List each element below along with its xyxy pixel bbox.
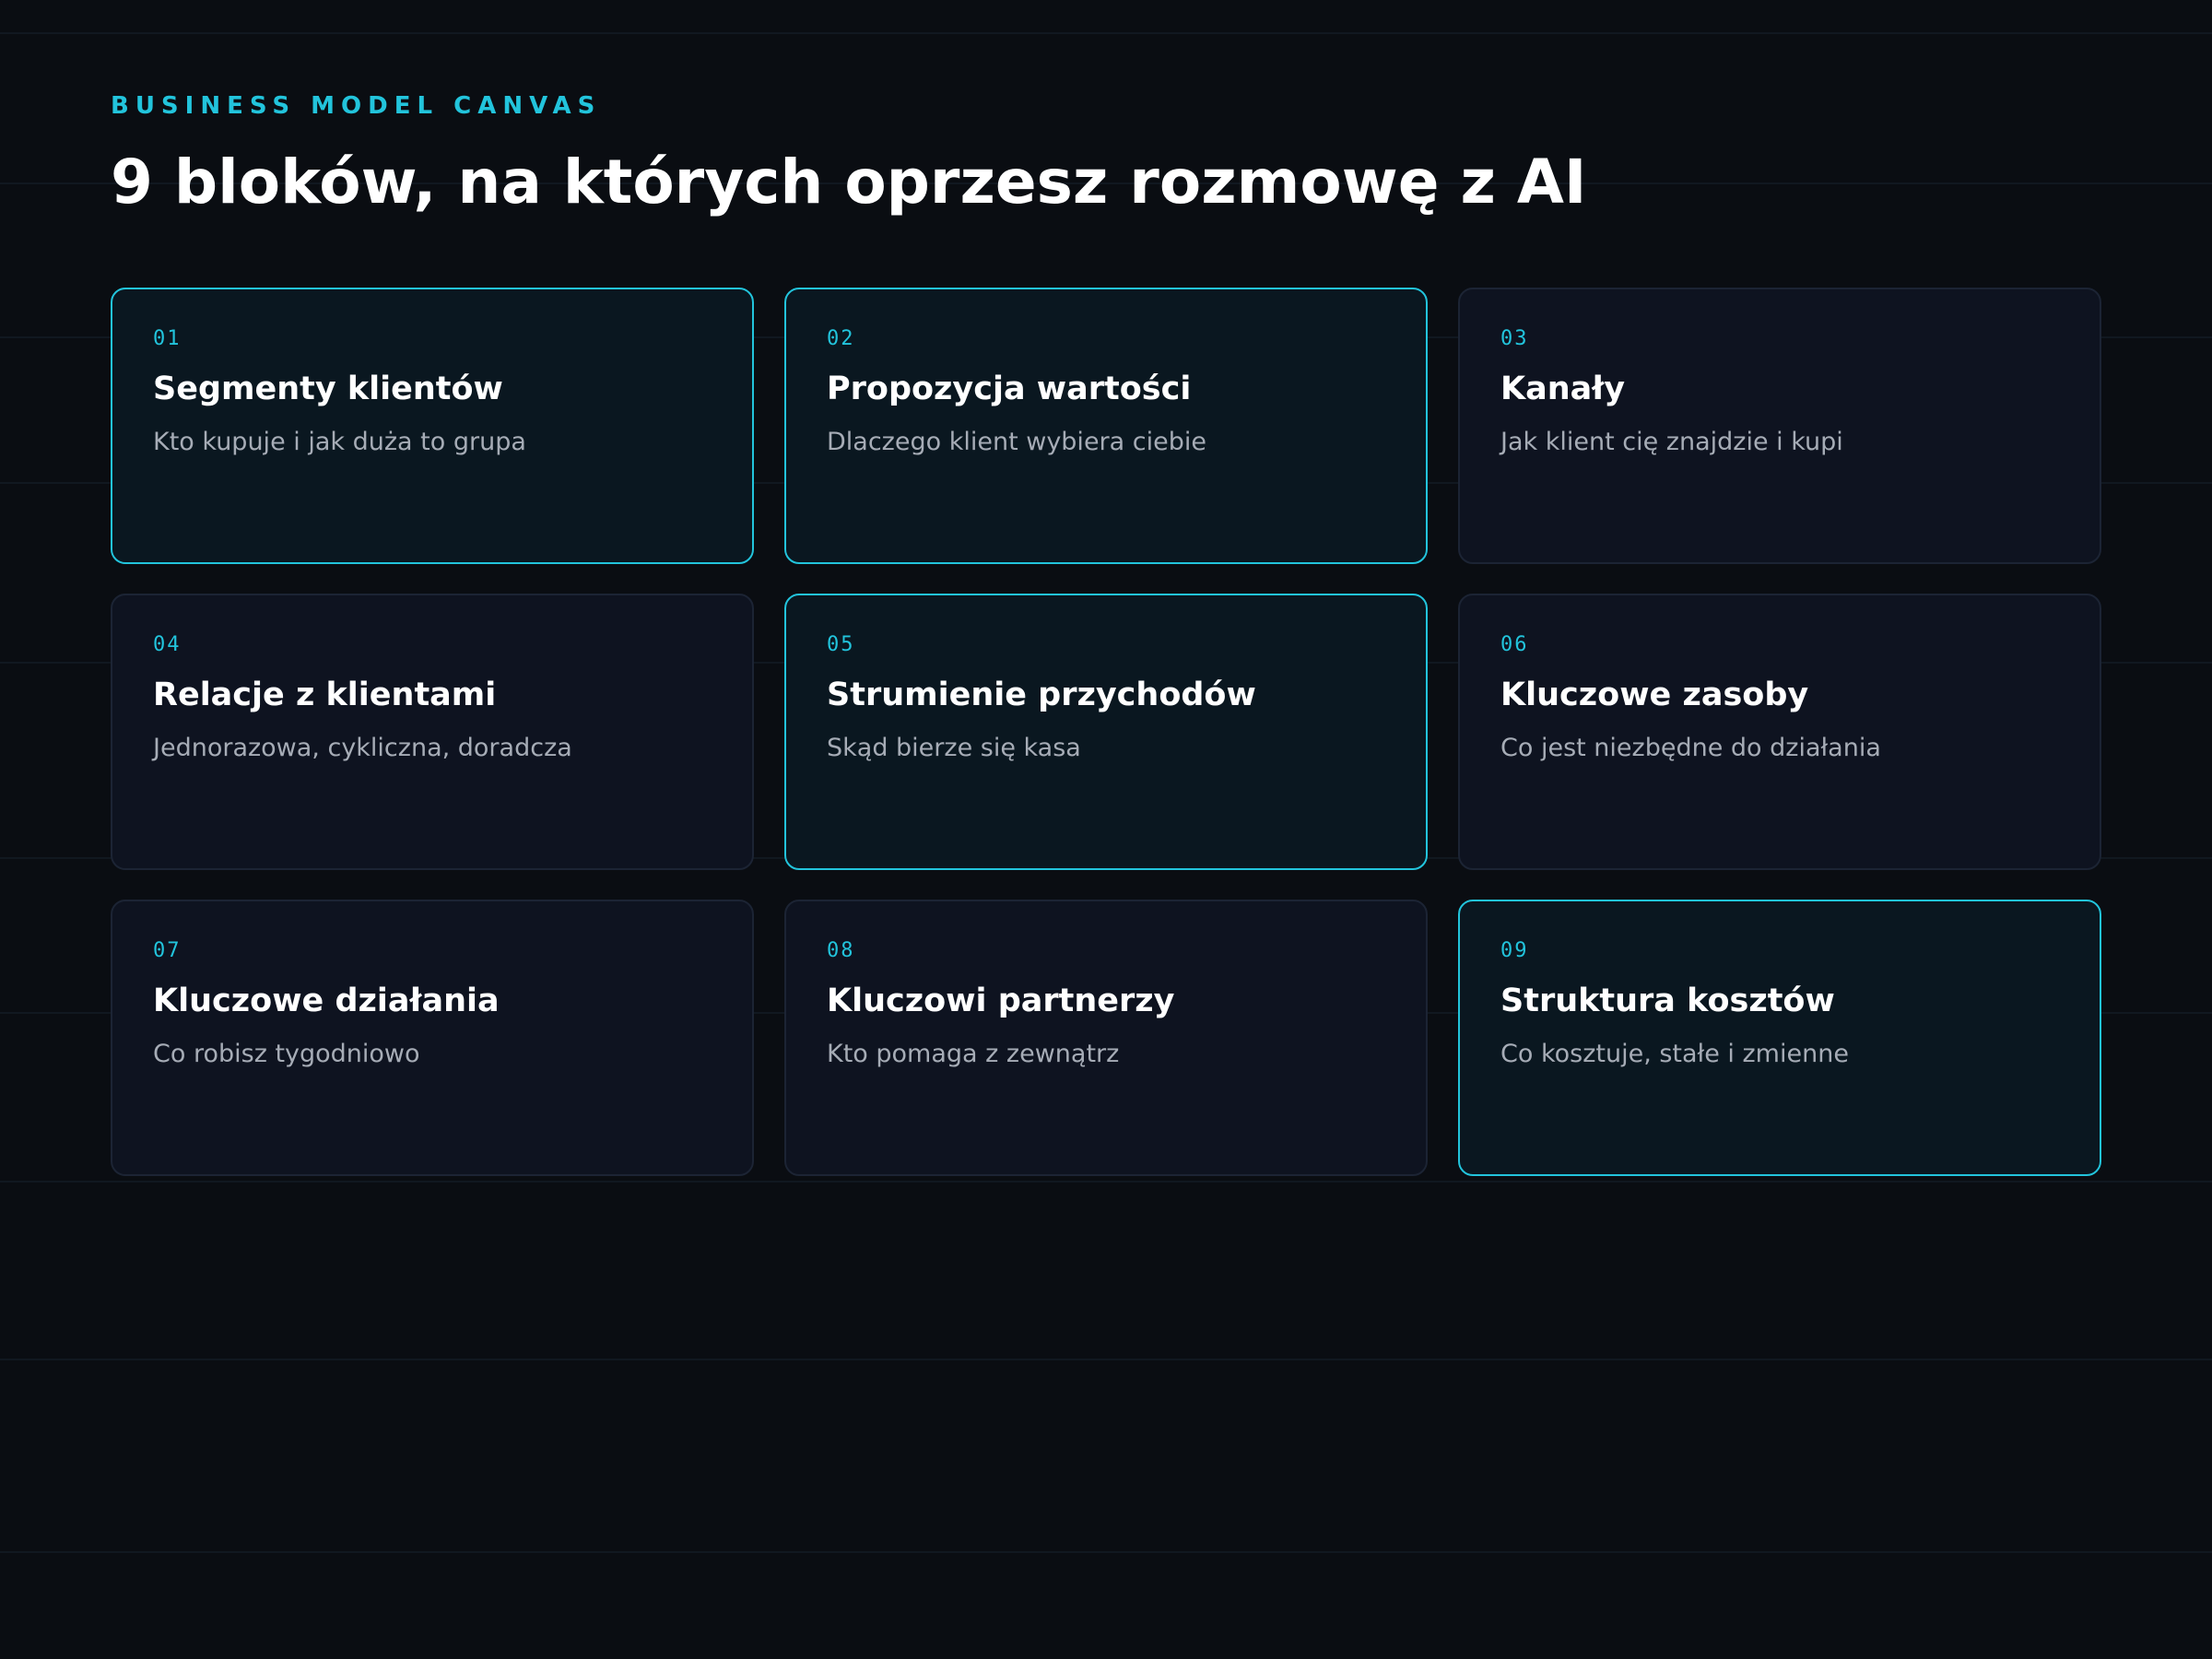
- card-title: Strumienie przychodów: [827, 677, 1256, 713]
- card-number: 05: [827, 633, 855, 656]
- card-description: Kto kupuje i jak duża to grupa: [153, 428, 526, 456]
- card-description: Co kosztuje, stałe i zmienne: [1500, 1040, 1849, 1068]
- card-title: Kluczowi partnerzy: [827, 982, 1175, 1019]
- background-line: [0, 1181, 2212, 1182]
- canvas-card[interactable]: 02 Propozycja wartości Dlaczego klient w…: [784, 288, 1428, 564]
- canvas-card[interactable]: 03 Kanały Jak klient cię znajdzie i kupi: [1458, 288, 2101, 564]
- card-description: Dlaczego klient wybiera ciebie: [827, 428, 1206, 456]
- card-number: 04: [153, 633, 182, 656]
- card-number: 09: [1500, 939, 1529, 962]
- background-line: [0, 32, 2212, 34]
- canvas-card[interactable]: 04 Relacje z klientami Jednorazowa, cykl…: [111, 594, 754, 870]
- canvas-card[interactable]: 06 Kluczowe zasoby Co jest niezbędne do …: [1458, 594, 2101, 870]
- canvas-card[interactable]: 01 Segmenty klientów Kto kupuje i jak du…: [111, 288, 754, 564]
- canvas-grid: 01 Segmenty klientów Kto kupuje i jak du…: [111, 288, 2101, 1176]
- section-eyebrow: BUSINESS MODEL CANVAS: [111, 92, 602, 120]
- card-description: Skąd bierze się kasa: [827, 734, 1081, 762]
- card-description: Jak klient cię znajdzie i kupi: [1500, 428, 1843, 456]
- card-description: Co robisz tygodniowo: [153, 1040, 420, 1068]
- card-number: 03: [1500, 327, 1529, 350]
- card-title: Segmenty klientów: [153, 371, 503, 407]
- canvas-card[interactable]: 05 Strumienie przychodów Skąd bierze się…: [784, 594, 1428, 870]
- card-title: Kluczowe zasoby: [1500, 677, 1809, 713]
- card-description: Jednorazowa, cykliczna, doradcza: [153, 734, 572, 762]
- card-description: Kto pomaga z zewnątrz: [827, 1040, 1120, 1068]
- card-number: 06: [1500, 633, 1529, 656]
- card-number: 07: [153, 939, 182, 962]
- card-title: Kanały: [1500, 371, 1626, 407]
- background-line: [0, 1551, 2212, 1553]
- canvas-card[interactable]: 08 Kluczowi partnerzy Kto pomaga z zewną…: [784, 900, 1428, 1176]
- card-title: Propozycja wartości: [827, 371, 1192, 407]
- card-title: Struktura kosztów: [1500, 982, 1835, 1019]
- card-number: 01: [153, 327, 182, 350]
- canvas-card[interactable]: 09 Struktura kosztów Co kosztuje, stałe …: [1458, 900, 2101, 1176]
- background-line: [0, 1359, 2212, 1360]
- card-number: 08: [827, 939, 855, 962]
- canvas-card[interactable]: 07 Kluczowe działania Co robisz tygodnio…: [111, 900, 754, 1176]
- card-title: Kluczowe działania: [153, 982, 500, 1019]
- card-number: 02: [827, 327, 855, 350]
- page-title: 9 bloków, na których oprzesz rozmowę z A…: [111, 147, 1587, 218]
- card-title: Relacje z klientami: [153, 677, 497, 713]
- card-description: Co jest niezbędne do działania: [1500, 734, 1881, 762]
